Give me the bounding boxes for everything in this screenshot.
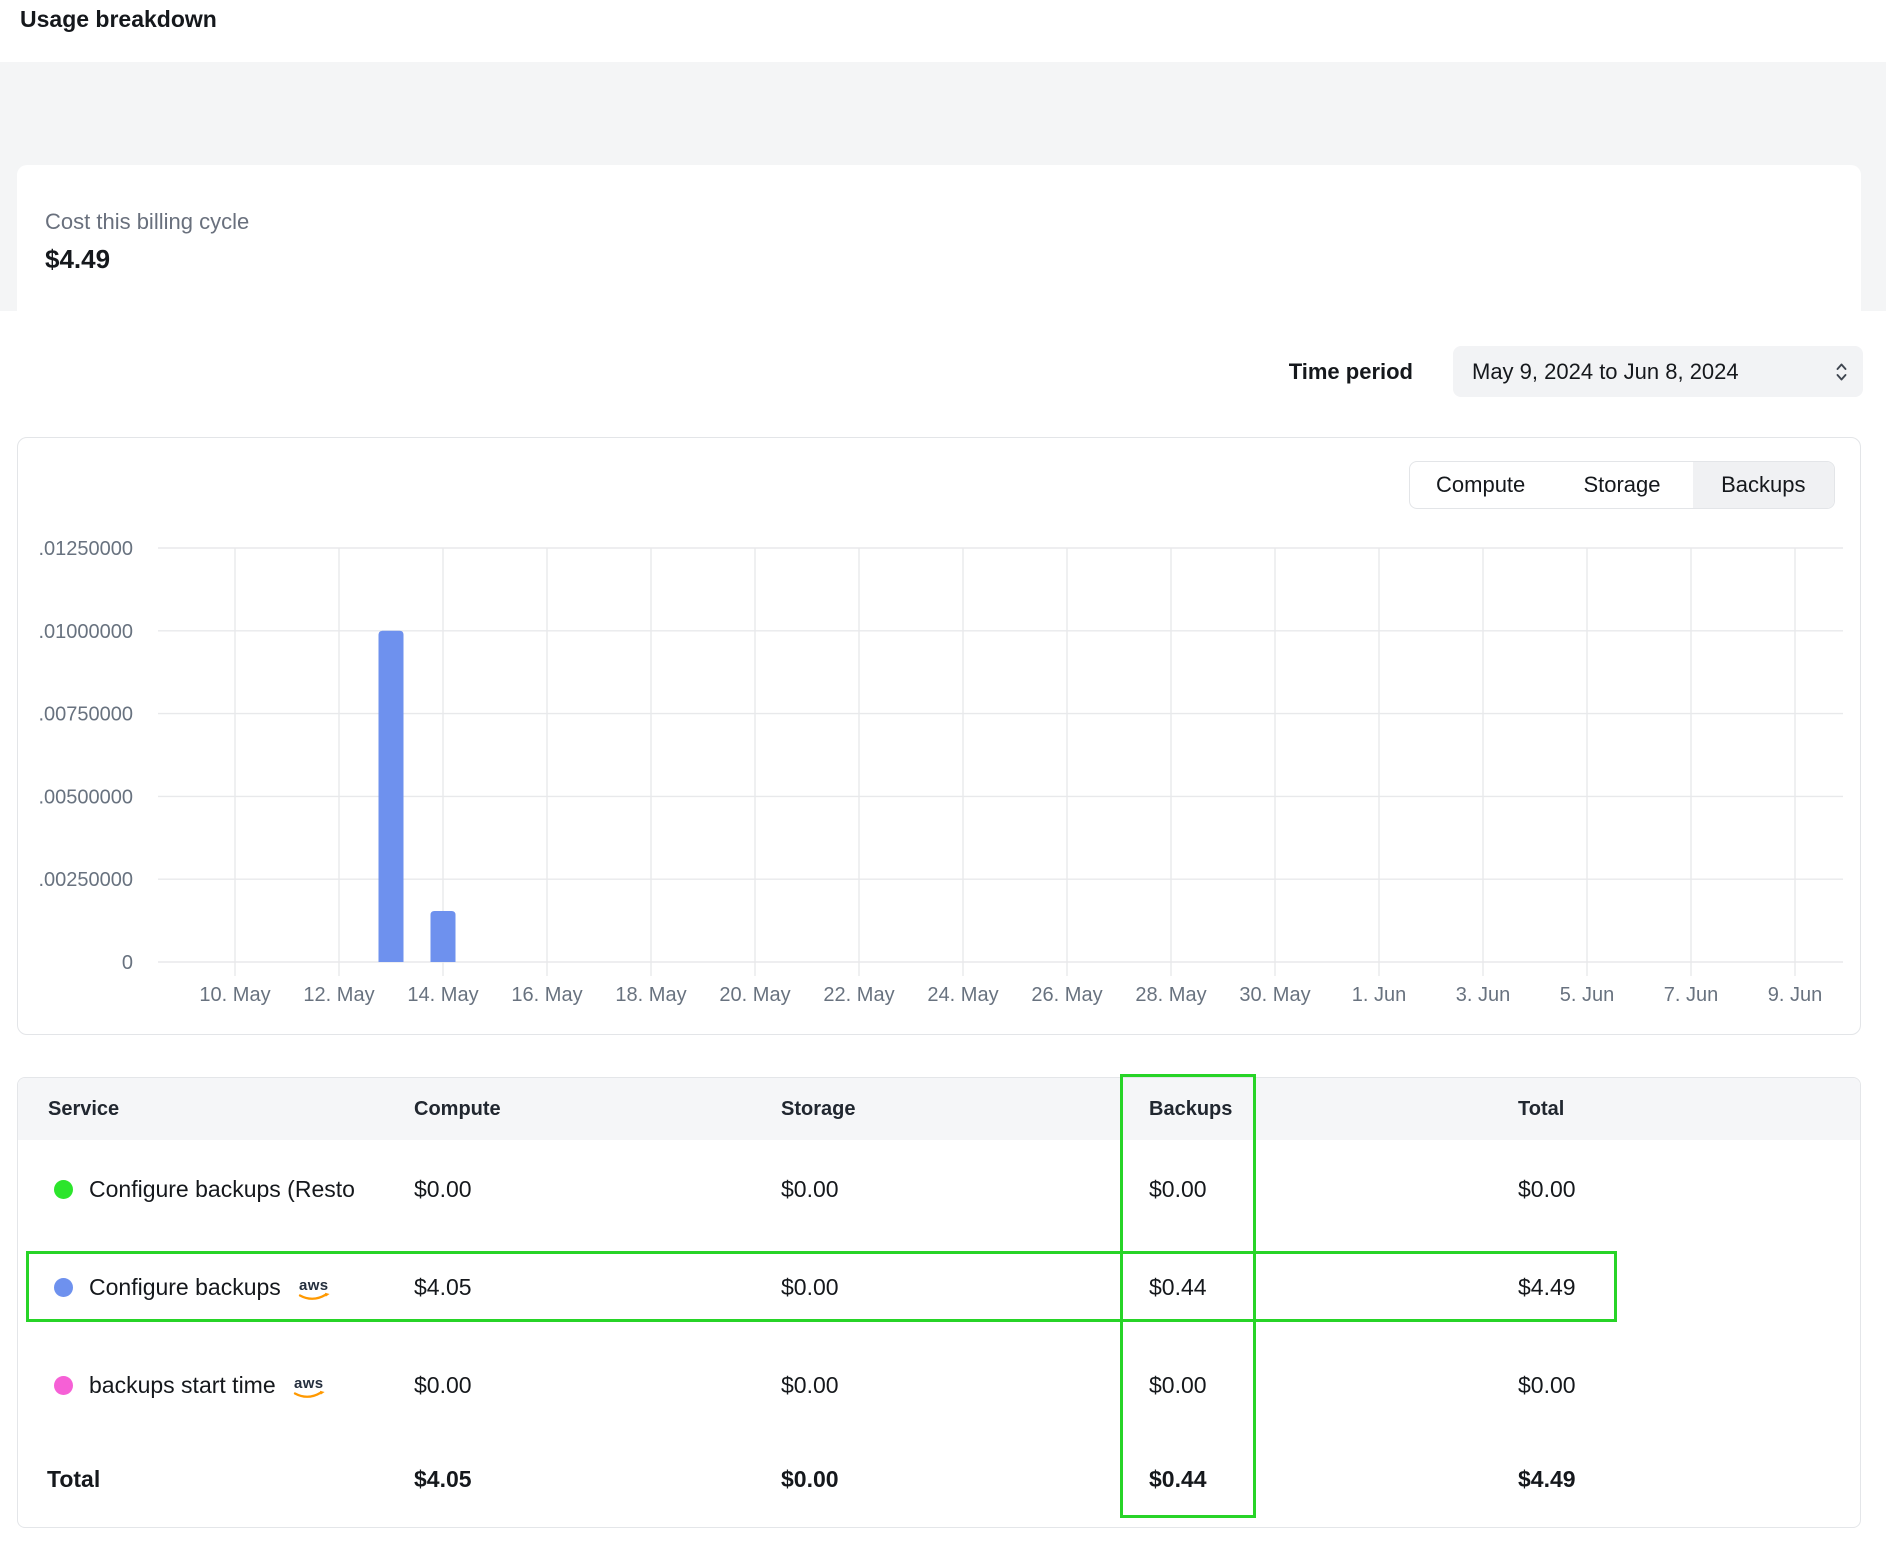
col-header-service: Service	[18, 1098, 414, 1121]
time-period-value: May 9, 2024 to Jun 8, 2024	[1472, 359, 1739, 385]
chart-tabs: ComputeStorageBackups	[1409, 461, 1835, 509]
service-name: Configure backups	[89, 1274, 281, 1301]
time-period-label: Time period	[1200, 346, 1413, 397]
table-row: backups start timeaws$0.00$0.00$0.00$0.0…	[18, 1336, 1860, 1434]
series-color-dot	[54, 1180, 73, 1199]
usage-breakdown-page: Usage breakdown Cost this billing cycle …	[0, 0, 1886, 1548]
total-storage: $0.00	[781, 1466, 1149, 1493]
total-value: $0.00	[1518, 1372, 1860, 1399]
usage-chart-panel: 0 .00250000 .00500000 .00750000 .01000000 .01…	[17, 437, 1861, 1035]
x-axis-tick-label: 5. Jun	[1560, 984, 1614, 1006]
x-axis-tick-label: 9. Jun	[1768, 984, 1822, 1006]
col-header-total: Total	[1518, 1098, 1860, 1121]
storage-value: $0.00	[781, 1372, 1149, 1399]
svg-text:aws: aws	[294, 1375, 324, 1392]
tab-backups[interactable]: Backups	[1693, 462, 1834, 508]
x-axis-tick-label: 30. May	[1239, 984, 1310, 1006]
x-axis-tick-label: 10. May	[199, 984, 270, 1006]
cost-card: Cost this billing cycle $4.49	[17, 165, 1861, 352]
x-axis-tick-label: 16. May	[511, 984, 582, 1006]
x-axis-tick-label: 7. Jun	[1664, 984, 1718, 1006]
backups-value: $0.00	[1149, 1176, 1518, 1203]
table-header: Service Compute Storage Backups Total	[18, 1078, 1860, 1140]
service-cell: backups start time aws	[18, 1370, 414, 1401]
y-axis-tick-label: .01000000	[38, 621, 133, 643]
x-axis-tick-label: 14. May	[407, 984, 478, 1006]
y-axis-tick-label: 0	[122, 952, 133, 974]
x-axis-tick-label: 3. Jun	[1456, 984, 1510, 1006]
cost-summary-band: Cost this billing cycle $4.49	[0, 62, 1886, 311]
service-cell: Configure backups (Resto	[18, 1176, 414, 1203]
cost-card-label: Cost this billing cycle	[45, 209, 1833, 235]
service-name: Configure backups (Resto	[89, 1176, 355, 1203]
cost-card-value: $4.49	[45, 244, 1833, 275]
total-label: Total	[18, 1466, 414, 1493]
series-color-dot	[54, 1278, 73, 1297]
compute-value: $0.00	[414, 1176, 781, 1203]
aws-icon: aws	[295, 1276, 335, 1303]
col-header-backups: Backups	[1149, 1098, 1518, 1121]
total-backups: $0.44	[1149, 1466, 1518, 1493]
total-total: $4.49	[1518, 1466, 1860, 1493]
table-row: Configure backups (Resto$0.00$0.00$0.00$…	[18, 1140, 1860, 1238]
chevron-up-down-icon	[1834, 360, 1849, 384]
total-compute: $4.05	[414, 1466, 781, 1493]
backups-value: $0.00	[1149, 1372, 1518, 1399]
page-title: Usage breakdown	[20, 6, 217, 33]
aws-icon: aws	[290, 1374, 330, 1401]
y-axis-tick-label: .00500000	[38, 786, 133, 808]
col-header-storage: Storage	[781, 1098, 1149, 1121]
x-axis-tick-label: 20. May	[719, 984, 790, 1006]
x-axis-tick-label: 26. May	[1031, 984, 1102, 1006]
compute-value: $0.00	[414, 1372, 781, 1399]
service-name: backups start time	[89, 1372, 276, 1399]
x-axis-tick-label: 22. May	[823, 984, 894, 1006]
y-axis-tick-label: .00250000	[38, 869, 133, 891]
tab-compute[interactable]: Compute	[1410, 462, 1551, 508]
table-row: Configure backups aws $4.05$0.00$0.44$4.49	[18, 1238, 1860, 1336]
usage-bar[interactable]	[431, 911, 456, 962]
cost-table: Service Compute Storage Backups Total Co…	[17, 1077, 1861, 1528]
y-axis-tick-label: .00750000	[38, 704, 133, 726]
backups-value: $0.44	[1149, 1274, 1518, 1301]
table-total-row: Total $4.05 $0.00 $0.44 $4.49	[18, 1434, 1860, 1525]
x-axis-tick-label: 28. May	[1135, 984, 1206, 1006]
total-value: $0.00	[1518, 1176, 1860, 1203]
service-cell: Configure backups aws	[18, 1272, 414, 1303]
col-header-compute: Compute	[414, 1098, 781, 1121]
usage-chart[interactable]: 0 .00250000 .00500000 .00750000 .01000000 .01…	[18, 438, 1862, 1036]
x-axis-tick-label: 12. May	[303, 984, 374, 1006]
svg-text:aws: aws	[299, 1277, 329, 1294]
storage-value: $0.00	[781, 1274, 1149, 1301]
table-body: Configure backups (Resto$0.00$0.00$0.00$…	[18, 1140, 1860, 1434]
compute-value: $4.05	[414, 1274, 781, 1301]
usage-bar[interactable]	[379, 631, 404, 962]
x-axis-tick-label: 18. May	[615, 984, 686, 1006]
y-axis-tick-label: .01250000	[38, 538, 133, 560]
tab-storage[interactable]: Storage	[1551, 462, 1692, 508]
x-axis-tick-label: 24. May	[927, 984, 998, 1006]
x-axis-tick-label: 1. Jun	[1352, 984, 1406, 1006]
total-value: $4.49	[1518, 1274, 1860, 1301]
series-color-dot	[54, 1376, 73, 1395]
time-period-select[interactable]: May 9, 2024 to Jun 8, 2024	[1453, 346, 1863, 397]
storage-value: $0.00	[781, 1176, 1149, 1203]
